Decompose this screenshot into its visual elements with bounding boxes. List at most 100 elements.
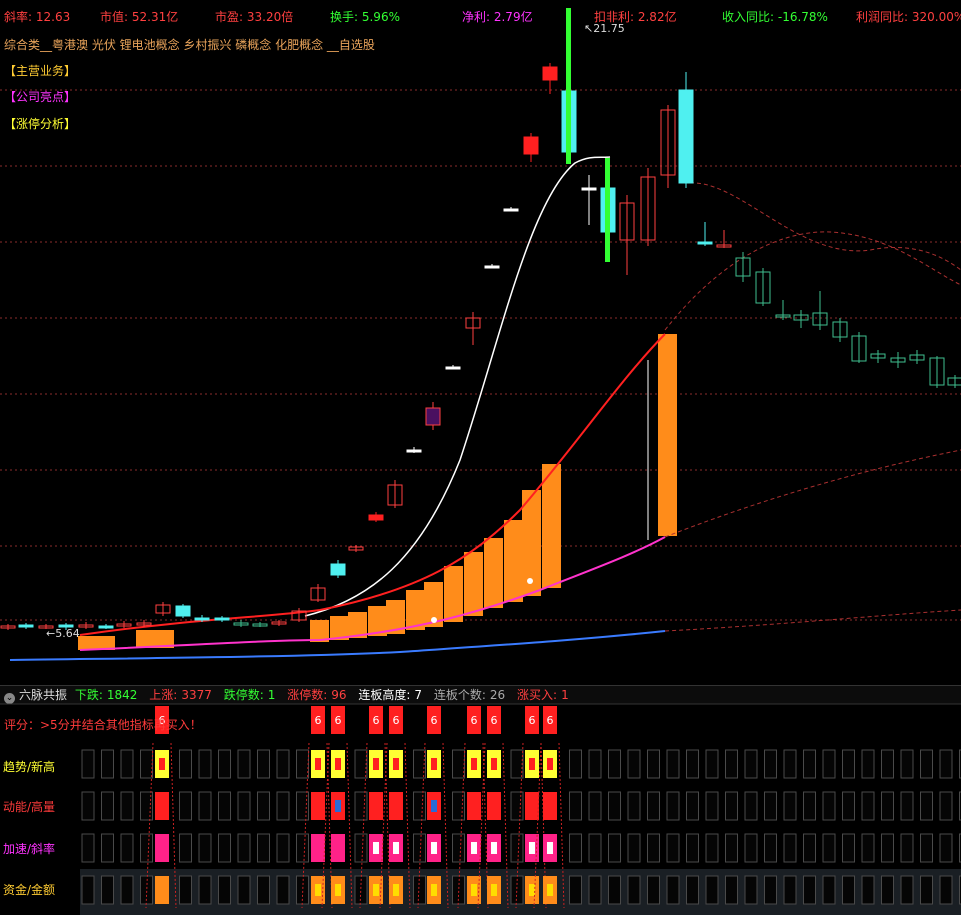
grid-cell — [666, 749, 680, 779]
grid-cell — [920, 791, 933, 821]
concept-tags[interactable]: 综合类__粤港澳 光伏 锂电池概念 乡村振兴 磷概念 化肥概念 __自选股 — [4, 36, 375, 53]
grid-cell — [920, 749, 933, 779]
momentum-cell-7 — [487, 792, 501, 820]
grid-cell — [647, 833, 660, 863]
grid-cell — [764, 749, 777, 779]
header-stat-1: 市值: 52.31亿 — [100, 10, 179, 24]
grid-cell — [705, 749, 719, 779]
volume-bar-12 — [464, 552, 483, 616]
candle-body-23 — [445, 366, 461, 370]
tag-main-business[interactable]: 【主营业务】 — [4, 62, 76, 79]
candle-body-35 — [678, 89, 694, 184]
grid-cell — [81, 875, 95, 905]
accel-cell-inner-8 — [529, 842, 535, 854]
grid-cell — [218, 749, 231, 779]
grid-cell — [218, 875, 231, 905]
grid-cell — [608, 833, 621, 863]
grid-cell — [764, 791, 777, 821]
volume-bar-14 — [504, 520, 523, 602]
grid-cell — [452, 833, 465, 863]
grid-cell — [666, 833, 680, 863]
candle-body-22 — [425, 407, 441, 426]
grid-cell — [179, 833, 192, 863]
buy-value: 1 — [561, 688, 569, 702]
board-height-value: 7 — [414, 688, 423, 702]
grid-cell — [627, 749, 641, 779]
trend-cell-inner-8 — [529, 758, 535, 770]
tag-company-highlights[interactable]: 【公司亮点】 — [4, 88, 76, 105]
down-label: 下跌: — [74, 688, 103, 702]
grid-cell — [627, 833, 641, 863]
grid-cell — [101, 749, 114, 779]
header-stat-7: 利润同比: 320.00% — [856, 10, 961, 24]
momentum-cell-8 — [525, 792, 539, 820]
ma-dashed-1 — [689, 182, 961, 271]
grid-cell — [218, 791, 231, 821]
grid-cell — [744, 791, 758, 821]
candle-body-9 — [175, 605, 191, 617]
highlight-bar-2 — [605, 158, 610, 262]
momentum-cell-1 — [311, 792, 325, 820]
grid-cell — [939, 791, 953, 821]
capital-cell-0 — [155, 876, 169, 904]
candle-body-36 — [697, 241, 713, 245]
grid-cell — [803, 791, 816, 821]
header-stat-3: 换手: 5.96% — [330, 10, 400, 24]
grid-cell — [257, 875, 270, 905]
candle-body-28 — [542, 66, 558, 81]
grid-cell — [686, 833, 699, 863]
low-price-label: ←5.64 — [46, 627, 80, 640]
grid-cell — [140, 833, 153, 863]
momentum-cell-inner-2 — [335, 800, 341, 812]
momentum-cell-4 — [389, 792, 403, 820]
grid-cell — [608, 875, 621, 905]
score-tag-text-2: 6 — [335, 714, 342, 727]
ma-dashed-3 — [664, 449, 961, 538]
price-chart[interactable] — [0, 0, 961, 685]
score-tag-text-3: 6 — [373, 714, 380, 727]
high-price-value: 21.75 — [593, 22, 625, 35]
grid-cell — [510, 749, 524, 779]
indicator-name[interactable]: 六脉共振 — [19, 688, 67, 702]
resonance-indicator-panel[interactable]: 6666666666 — [0, 703, 961, 915]
capital-cell-inner-2 — [335, 884, 341, 896]
accel-cell-inner-3 — [373, 842, 379, 854]
trend-cell-inner-1 — [315, 758, 321, 770]
grid-cell — [179, 749, 192, 779]
grid-cell — [803, 875, 816, 905]
capital-cell-inner-4 — [393, 884, 399, 896]
capital-cell-inner-6 — [471, 884, 477, 896]
grid-cell — [608, 791, 621, 821]
accel-cell-inner-7 — [491, 842, 497, 854]
accel-cell-0 — [155, 834, 169, 862]
capital-cell-inner-1 — [315, 884, 321, 896]
trend-cell-inner-2 — [335, 758, 341, 770]
grid-cell — [861, 791, 875, 821]
volume-bar-2 — [136, 630, 155, 648]
capital-cell-inner-9 — [547, 884, 553, 896]
grid-cell — [822, 833, 836, 863]
grid-cell — [237, 833, 251, 863]
trend-cell-inner-5 — [431, 758, 437, 770]
grid-cell — [881, 749, 894, 779]
trend-cell-inner-9 — [547, 758, 553, 770]
grid-cell — [764, 833, 777, 863]
grid-cell — [569, 875, 582, 905]
capital-cell-inner-3 — [373, 884, 379, 896]
grid-cell — [257, 749, 270, 779]
momentum-cell-inner-5 — [431, 800, 437, 812]
accel-cell-inner-5 — [431, 842, 437, 854]
limit-up-label: 涨停数: — [287, 688, 328, 702]
row-label-trend: 趋势/新高 — [3, 760, 56, 774]
capital-cell-inner-7 — [491, 884, 497, 896]
tag-limit-up-analysis[interactable]: 【涨停分析】 — [4, 115, 76, 132]
score-instruction: 评分：>5分并结合其他指标再买入！ — [4, 718, 202, 732]
grid-cell — [237, 791, 251, 821]
score-tag-text-1: 6 — [315, 714, 322, 727]
grid-cell — [627, 875, 641, 905]
grid-cell — [744, 749, 758, 779]
grid-cell — [920, 833, 933, 863]
grid-cell — [101, 833, 114, 863]
score-tag-text-4: 6 — [393, 714, 400, 727]
grid-cell — [861, 833, 875, 863]
